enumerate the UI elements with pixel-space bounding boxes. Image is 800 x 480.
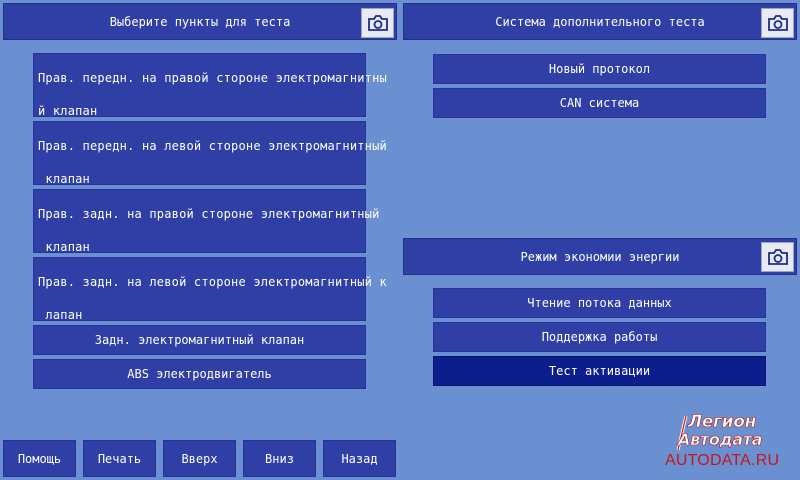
help-button[interactable]: Помощь (3, 440, 76, 477)
camera-icon (767, 15, 788, 31)
down-button[interactable]: Вниз (243, 440, 316, 477)
test-item-right-rear-right-valve[interactable]: Прав. задн. на правой стороне электромаг… (33, 189, 379, 254)
right-top-panel-title: Система дополнительного теста (495, 14, 705, 29)
test-item-rear-valve[interactable]: Задн. электромагнитный клапан (33, 325, 366, 355)
logo-line2: Автодата (678, 430, 763, 450)
test-item-abs-motor[interactable]: ABS электродвигатель (33, 359, 366, 389)
down-button-label: Вниз (265, 451, 294, 466)
right-bottom-panel-title: Режим экономии энергии (520, 249, 680, 264)
left-panel-title: Выберите пункты для теста (109, 14, 291, 29)
mode-item-maintenance[interactable]: Поддержка работы (433, 322, 766, 352)
print-button[interactable]: Печать (83, 440, 156, 477)
test-item-right-front-right-valve[interactable]: Прав. передн. на правой стороне электром… (33, 53, 387, 118)
system-item-label: Новый протокол (548, 62, 651, 76)
up-button[interactable]: Вверх (163, 440, 236, 477)
camera-icon (767, 249, 788, 265)
back-button-label: Назад (341, 451, 378, 466)
mode-item-activation-test[interactable]: Тест активации (433, 356, 766, 386)
test-item-right-rear-left-valve[interactable]: Прав. задн. на левой стороне электромагн… (33, 257, 387, 322)
system-item-new-protocol[interactable]: Новый протокол (433, 54, 766, 84)
test-item-label: Задн. электромагнитный клапан (94, 333, 305, 347)
system-item-can[interactable]: CAN система (433, 88, 766, 118)
left-panel-header: Выберите пункты для теста (3, 3, 397, 40)
test-item-right-front-left-valve[interactable]: Прав. передн. на левой стороне электрома… (33, 121, 387, 186)
right-top-panel-header: Система дополнительного теста (403, 3, 797, 40)
up-button-label: Вверх (181, 451, 218, 466)
watermark-logo: Легион Автодата AUTODATA.RU (664, 410, 800, 480)
print-button-label: Печать (97, 451, 142, 466)
screenshot-button-left[interactable] (361, 8, 394, 38)
mode-item-label: Чтение потока данных (527, 296, 672, 310)
logo-line1: Легион (688, 412, 757, 433)
screenshot-button-right-top[interactable] (761, 8, 794, 38)
mode-item-data-stream[interactable]: Чтение потока данных (433, 288, 766, 318)
test-item-label: ABS электродвигатель (127, 367, 272, 381)
back-button[interactable]: Назад (323, 440, 396, 477)
help-button-label: Помощь (17, 451, 62, 466)
mode-item-label: Поддержка работы (541, 330, 658, 344)
system-item-label: CAN система (559, 96, 640, 110)
logo-url: AUTODATA.RU (665, 452, 780, 469)
camera-icon (367, 15, 388, 31)
right-bottom-panel-header: Режим экономии энергии (403, 238, 797, 275)
screenshot-button-right-bottom[interactable] (761, 242, 794, 272)
mode-item-label: Тест активации (548, 364, 651, 378)
